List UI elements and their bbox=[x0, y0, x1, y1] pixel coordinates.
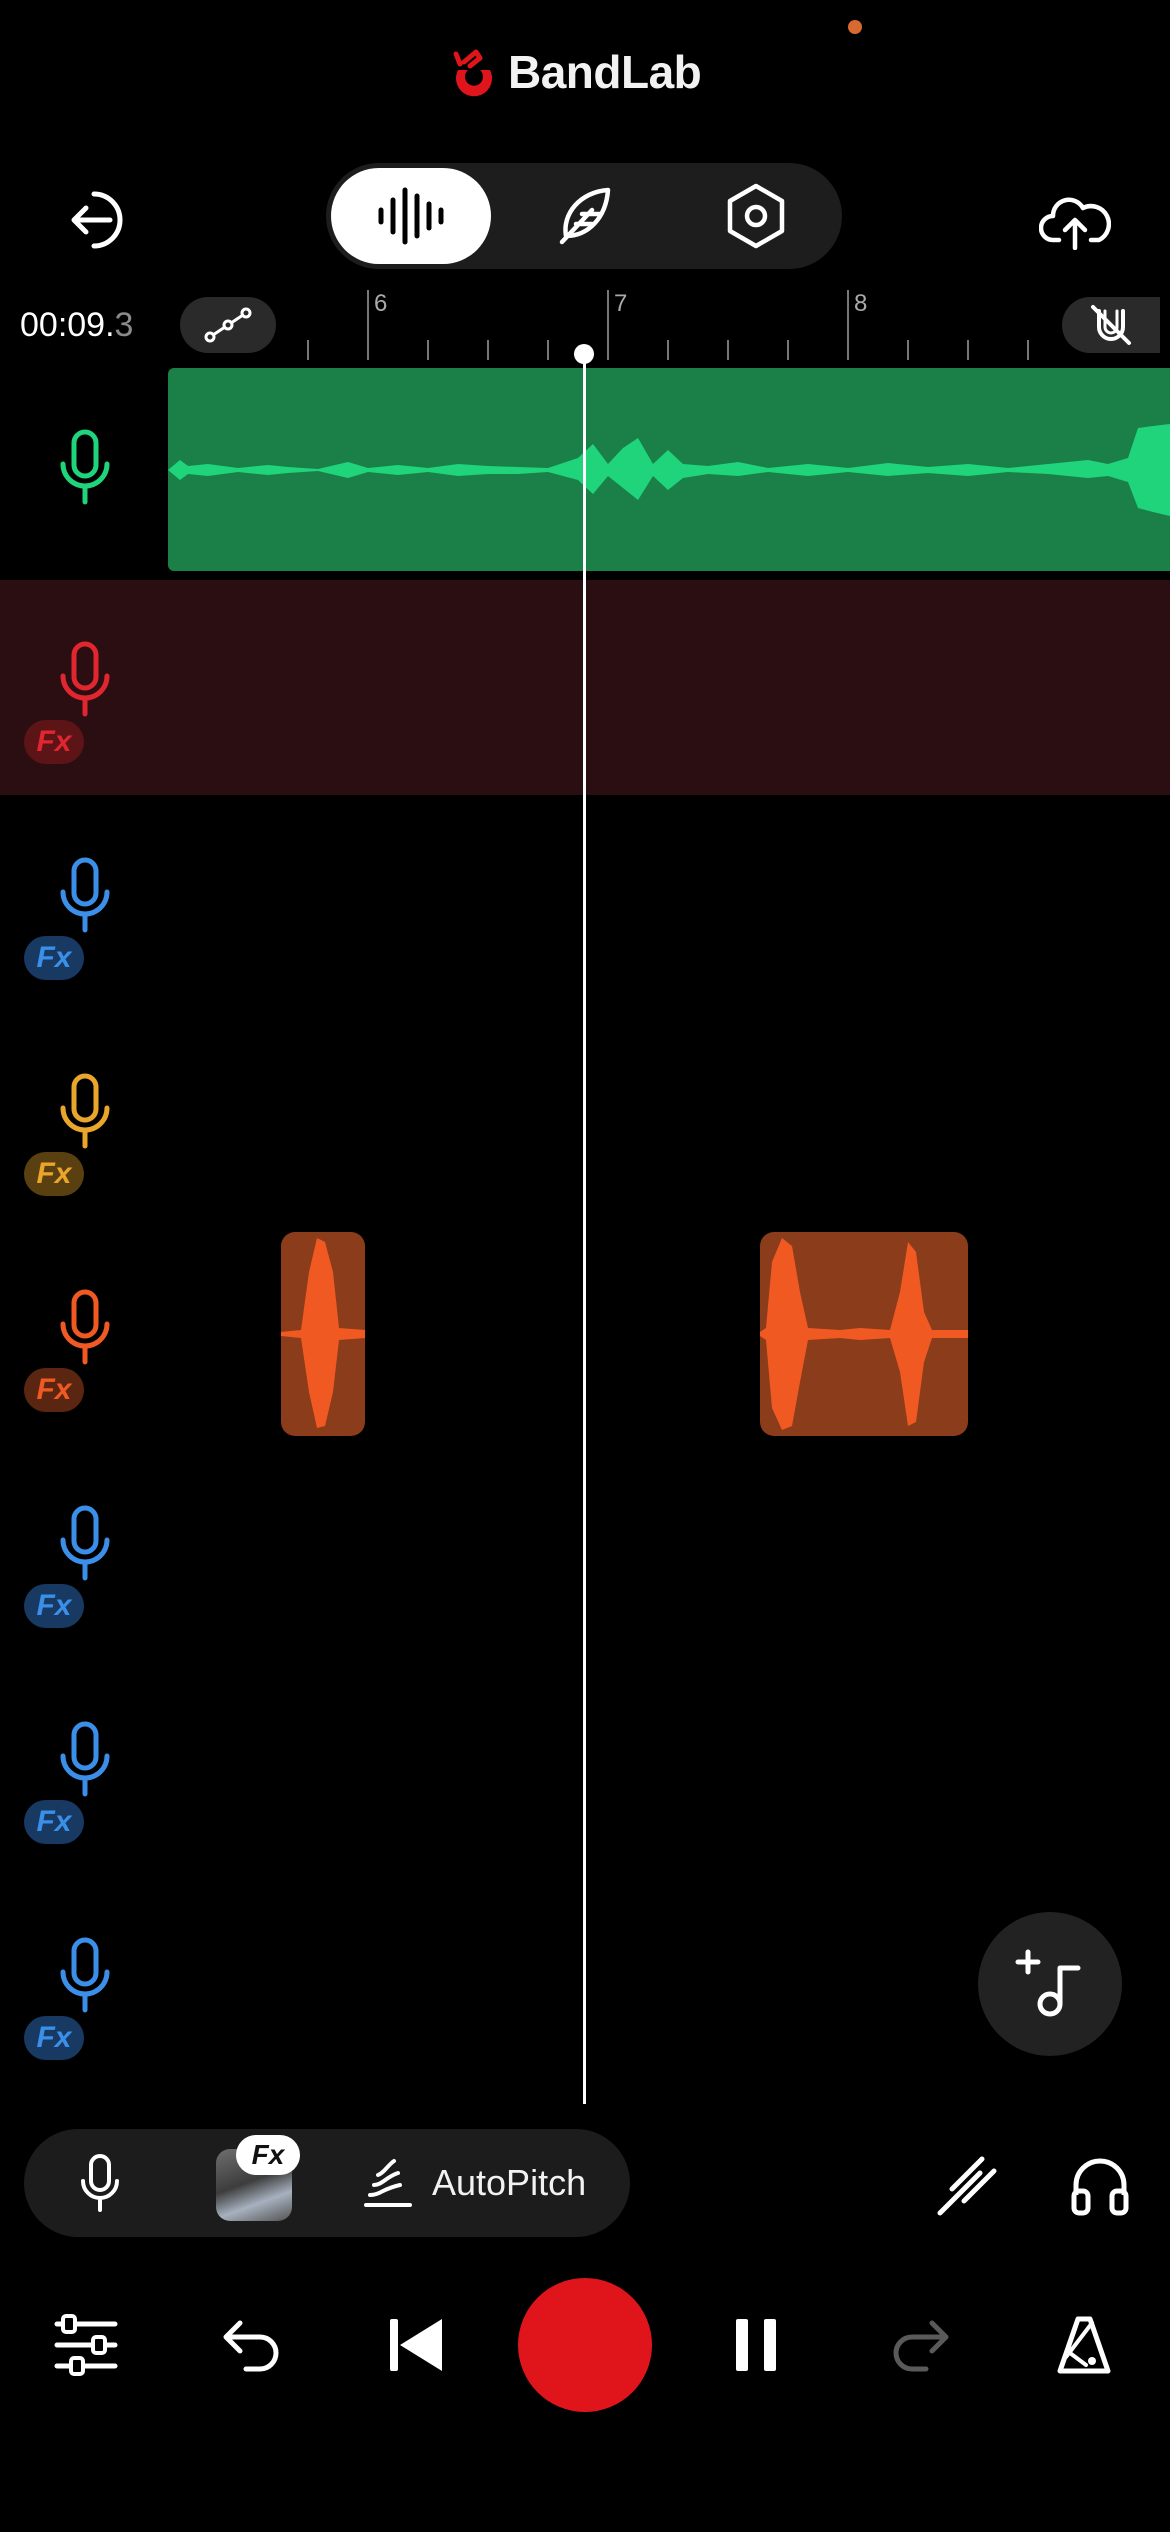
pause-icon bbox=[736, 2319, 776, 2371]
notification-dot bbox=[848, 20, 862, 34]
automation-curve-icon bbox=[204, 307, 252, 343]
track-4-mic-icon[interactable] bbox=[55, 1072, 115, 1152]
ruler-ticks bbox=[307, 290, 1029, 360]
track-5-mic-icon[interactable] bbox=[55, 1288, 115, 1368]
autopitch-label: AutoPitch bbox=[432, 2162, 587, 2203]
bandlab-logo: BandLab bbox=[450, 40, 702, 104]
track-tools-bar: Fx AutoPitch bbox=[24, 2129, 630, 2237]
playhead-handle[interactable] bbox=[574, 344, 594, 364]
audio-clip-green[interactable] bbox=[168, 368, 1170, 571]
track-6-mic-icon[interactable] bbox=[55, 1504, 115, 1584]
metronome-icon bbox=[1057, 2316, 1111, 2374]
undo-icon bbox=[223, 2320, 279, 2372]
mic-icon bbox=[60, 1937, 110, 2013]
exit-button[interactable] bbox=[56, 180, 136, 260]
pause-button[interactable] bbox=[716, 2300, 796, 2390]
redo-icon bbox=[893, 2320, 949, 2372]
track-3-mic-icon[interactable] bbox=[55, 856, 115, 936]
time-readout-main: 00:09. bbox=[20, 306, 115, 344]
track-7-mic-icon[interactable] bbox=[55, 1720, 115, 1800]
mixer-button[interactable] bbox=[46, 2300, 126, 2390]
audio-clip-orange[interactable] bbox=[760, 1232, 968, 1436]
ruler-label: 6 bbox=[374, 290, 388, 317]
autopitch-icon bbox=[364, 2159, 412, 2207]
metronome-button[interactable] bbox=[1044, 2300, 1124, 2390]
sliders-icon bbox=[54, 2314, 118, 2376]
track-1-mic-icon[interactable] bbox=[55, 428, 115, 508]
cloud-upload-icon bbox=[1039, 197, 1111, 250]
input-mic-button[interactable] bbox=[70, 2151, 130, 2215]
track-6-fx-badge[interactable]: Fx bbox=[24, 1584, 84, 1628]
audio-clip-orange[interactable] bbox=[281, 1232, 365, 1436]
fx-badge[interactable]: Fx bbox=[236, 2135, 300, 2175]
rewind-button[interactable] bbox=[376, 2300, 456, 2390]
add-music-icon bbox=[1015, 1949, 1081, 2017]
mic-icon bbox=[60, 1721, 110, 1797]
tab-tracks[interactable] bbox=[331, 168, 491, 264]
feather-icon bbox=[559, 187, 611, 245]
tab-settings[interactable] bbox=[676, 168, 836, 264]
magnet-off-icon bbox=[1091, 305, 1131, 345]
skip-back-icon bbox=[390, 2319, 442, 2371]
hexagon-settings-icon bbox=[727, 183, 785, 249]
tuner-button[interactable] bbox=[928, 2140, 1008, 2230]
mic-icon bbox=[60, 1289, 110, 1365]
mic-icon bbox=[60, 429, 110, 505]
snap-toggle-button[interactable] bbox=[1062, 297, 1160, 353]
view-mode-switch bbox=[326, 163, 842, 269]
time-readout: 00:09.3 bbox=[20, 306, 133, 345]
add-track-button[interactable] bbox=[978, 1912, 1122, 2056]
clip-waveform bbox=[281, 1238, 365, 1428]
track-3-fx-badge[interactable]: Fx bbox=[24, 936, 84, 980]
brand-name: BandLab bbox=[508, 46, 702, 98]
track-8-fx-badge[interactable]: Fx bbox=[24, 2016, 84, 2060]
track-4-fx-badge[interactable]: Fx bbox=[24, 1152, 84, 1196]
undo-button[interactable] bbox=[212, 2300, 292, 2390]
headphones-button[interactable] bbox=[1060, 2140, 1140, 2230]
time-readout-fraction: 3 bbox=[114, 306, 134, 344]
mic-icon bbox=[60, 1505, 110, 1581]
autopitch-button[interactable]: AutoPitch bbox=[360, 2149, 586, 2217]
waveform-icon bbox=[378, 187, 444, 245]
track-5-fx-badge[interactable]: Fx bbox=[24, 1368, 84, 1412]
mic-icon bbox=[81, 2154, 119, 2212]
track-2-mic-icon[interactable] bbox=[55, 640, 115, 720]
ruler-label: 8 bbox=[854, 290, 868, 317]
track-2-fx-badge[interactable]: Fx bbox=[24, 720, 84, 764]
exit-icon bbox=[71, 191, 123, 249]
timeline-ruler[interactable]: 6 7 8 bbox=[300, 290, 1050, 360]
redo-button[interactable] bbox=[880, 2300, 960, 2390]
tab-lyrics[interactable] bbox=[504, 168, 664, 264]
track-7-fx-badge[interactable]: Fx bbox=[24, 1800, 84, 1844]
mic-icon bbox=[60, 1073, 110, 1149]
clip-waveform bbox=[168, 424, 1170, 516]
automation-button[interactable] bbox=[180, 297, 276, 353]
record-button[interactable] bbox=[518, 2278, 652, 2412]
ruler-label: 7 bbox=[614, 290, 628, 317]
headphones-icon bbox=[1071, 2158, 1129, 2216]
tuning-fork-icon bbox=[937, 2156, 997, 2216]
track-8-mic-icon[interactable] bbox=[55, 1936, 115, 2016]
mic-icon bbox=[60, 857, 110, 933]
bandlab-logo-icon bbox=[453, 49, 492, 97]
playhead-line[interactable] bbox=[583, 352, 586, 2104]
clip-waveform bbox=[760, 1238, 968, 1430]
mic-icon bbox=[60, 641, 110, 717]
cloud-upload-button[interactable] bbox=[1030, 175, 1120, 265]
